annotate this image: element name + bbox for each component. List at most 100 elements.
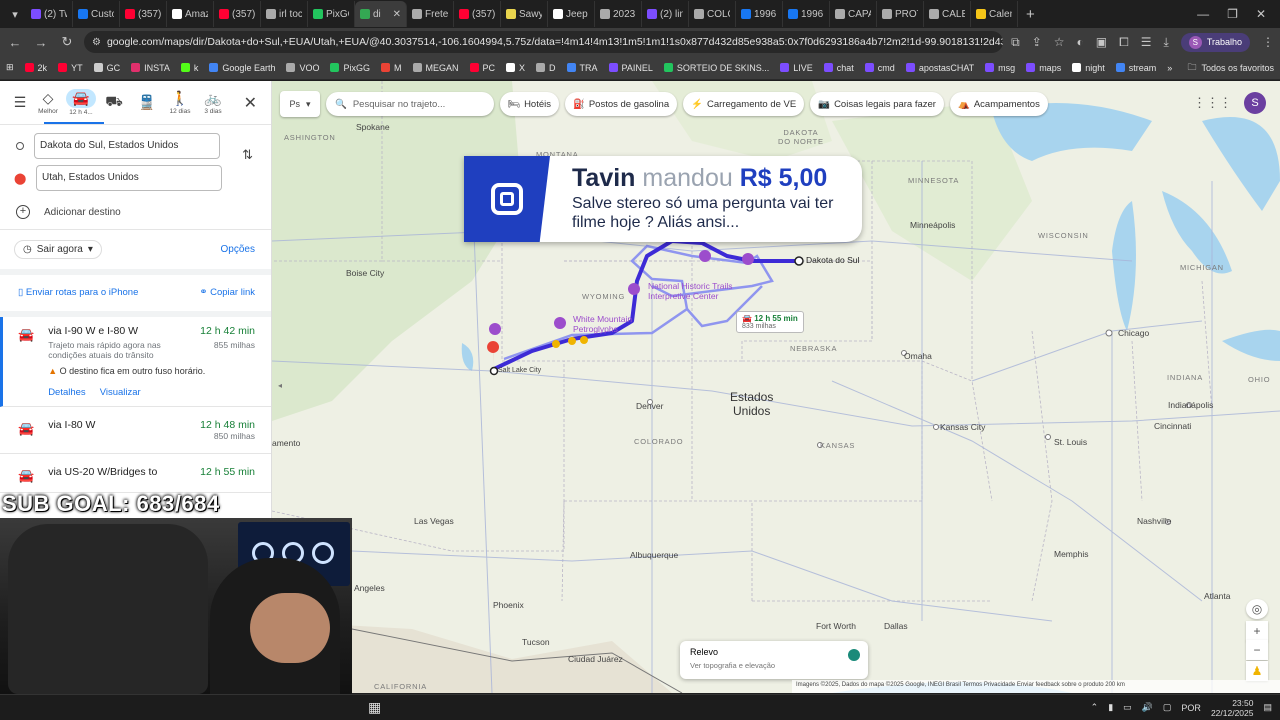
zoom-in-button[interactable]: + <box>1246 621 1268 641</box>
destination-input[interactable]: Utah, Estados Unidos <box>36 165 222 191</box>
browser-tab[interactable]: Sawy <box>501 1 548 27</box>
copy-link-button[interactable]: ⚭ Copiar link <box>200 287 256 298</box>
travel-mode-car[interactable]: 🚘 12 h 4... <box>65 83 97 123</box>
category-chip[interactable]: 📷 Coisas legais para fazer <box>810 92 944 116</box>
bookmark-item[interactable]: LIVE <box>780 63 813 73</box>
bookmark-item[interactable]: INSTA <box>131 63 170 73</box>
minimize-icon[interactable]: — <box>1197 7 1209 21</box>
bookmark-item[interactable]: PAINEL <box>608 63 653 73</box>
details-link[interactable]: Detalhes <box>48 387 86 398</box>
bookmark-item[interactable]: SORTEIO DE SKINS... <box>663 63 769 73</box>
category-chip[interactable]: ⚡ Carregamento de VE <box>683 92 805 116</box>
browser-tab[interactable]: COLO <box>689 1 736 27</box>
back-icon[interactable]: ← <box>6 35 24 50</box>
browser-tab[interactable]: (2) lin <box>642 1 689 27</box>
browser-tab[interactable]: PixGG <box>308 1 355 27</box>
destination-label[interactable]: Dakota do Sul <box>806 255 859 265</box>
bookmark-item[interactable]: 2k <box>24 63 47 73</box>
bookmark-item[interactable]: PC <box>469 63 495 73</box>
browser-tab[interactable]: CAPA <box>830 1 877 27</box>
browser-tab[interactable]: Custo <box>73 1 120 27</box>
route-duration-label[interactable]: 🚘 12 h 55 min 833 milhas <box>736 311 804 333</box>
extension-2-icon[interactable]: ▣ <box>1096 35 1107 49</box>
bookmark-item[interactable]: M <box>381 63 402 73</box>
close-window-icon[interactable]: ✕ <box>1256 7 1266 21</box>
site-info-icon[interactable]: ⚙ <box>92 37 101 48</box>
browser-tab[interactable]: di ✕ <box>355 1 407 27</box>
maximize-icon[interactable]: ❐ <box>1227 7 1238 21</box>
bookmark-item[interactable]: MEGAN <box>412 63 459 73</box>
browser-tab[interactable]: 1996 <box>736 1 783 27</box>
travel-mode-transit[interactable]: 🚆 <box>131 83 163 123</box>
bookmark-item[interactable]: chat <box>823 63 854 73</box>
travel-mode-bicycle[interactable]: 🚲 3 dias <box>197 83 229 123</box>
category-chip[interactable]: ⛽ Postos de gasolina <box>565 92 678 116</box>
swap-icon[interactable]: ⇅ <box>242 147 253 163</box>
travel-mode-walk[interactable]: 🚶 12 dias <box>164 83 196 123</box>
share-icon[interactable]: ⇪ <box>1032 35 1042 49</box>
zoom-out-button[interactable]: − <box>1246 640 1268 660</box>
collapse-panel-icon[interactable]: ◂ <box>278 381 282 390</box>
browser-tab[interactable]: Frete <box>407 1 454 27</box>
bookmark-item[interactable]: X <box>506 63 525 73</box>
extension-icon[interactable]: ◐ <box>1077 35 1084 49</box>
clock[interactable]: 23:50 22/12/2025 <box>1211 698 1254 718</box>
close-directions-icon[interactable]: ✕ <box>244 93 257 113</box>
browser-tab[interactable]: Jeep <box>548 1 595 27</box>
usb-icon[interactable]: ▮ <box>1108 702 1113 713</box>
browser-tab[interactable]: 1996 <box>783 1 830 27</box>
bookmark-item[interactable]: stream <box>1115 63 1156 73</box>
browser-tab[interactable]: (357) <box>120 1 167 27</box>
category-chip[interactable]: ⛺ Acampamentos <box>949 92 1048 116</box>
browser-tab[interactable]: Calen <box>971 1 1018 27</box>
pegman-icon[interactable]: ♟ <box>1246 661 1268 681</box>
monitor-icon[interactable]: ▢ <box>1163 702 1172 713</box>
browser-tab[interactable]: irl toc <box>261 1 308 27</box>
calculator-icon[interactable]: ▦ <box>368 699 381 716</box>
route-option-1[interactable]: 🚘 via I-90 W e I-80 W 12 h 42 min Trajeto… <box>0 317 271 407</box>
install-icon[interactable]: ⧉ <box>1011 35 1020 50</box>
poi-label[interactable]: White Mountain Petroglyphs <box>573 314 632 334</box>
extensions-puzzle-icon[interactable]: ⧠ <box>1119 35 1129 50</box>
depart-dropdown[interactable]: ◷ Sair agora ▾ <box>14 240 102 259</box>
send-to-phone-button[interactable]: ▯ Enviar rotas para o iPhone <box>18 287 138 298</box>
terrain-toggle[interactable] <box>848 649 860 661</box>
bookmark-item[interactable]: k <box>180 63 198 73</box>
origin-input[interactable]: Dakota do Sul, Estados Unidos <box>34 133 220 159</box>
add-destination-button[interactable]: + Adicionar destino <box>0 201 271 230</box>
browser-tab[interactable]: Amaz <box>167 1 214 27</box>
route-option-2[interactable]: 🚘 via I-80 W 12 h 48 min 850 milhas <box>0 407 271 454</box>
bookmark-item[interactable]: VOO <box>286 63 319 73</box>
browser-tab[interactable]: 2023 <box>595 1 642 27</box>
browser-tab[interactable]: CALE <box>924 1 971 27</box>
browser-menu-icon[interactable]: ⋮ <box>1262 35 1274 49</box>
profile-button[interactable]: S Trabalho <box>1180 32 1250 52</box>
terrain-layer-card[interactable]: Relevo Ver topografia e elevação <box>680 641 868 679</box>
category-chip[interactable]: 🛏 Hotéis <box>500 92 559 116</box>
reading-list-icon[interactable]: ☰ <box>1141 35 1152 49</box>
more-bookmarks-icon[interactable]: » <box>1167 63 1172 73</box>
all-bookmarks-folder[interactable]: 🗀 Todos os favoritos <box>1187 60 1274 76</box>
my-location-icon[interactable]: ◎ <box>1246 599 1268 619</box>
downloads-icon[interactable]: ⤓ <box>1164 35 1169 50</box>
bookmark-item[interactable]: cmd <box>864 63 895 73</box>
browser-tab[interactable]: (357) <box>214 1 261 27</box>
poi-label[interactable]: National Historic Trails Interpretive Ce… <box>648 281 733 301</box>
bookmark-item[interactable]: night <box>1072 63 1105 73</box>
route-search-input[interactable]: 🔍 Pesquisar no trajeto... <box>326 92 494 116</box>
bookmark-item[interactable]: Google Earth <box>209 63 275 73</box>
close-tab-icon[interactable]: ✕ <box>393 9 401 20</box>
travel-mode-best[interactable]: ◇ Melhor <box>32 83 64 123</box>
route-option-3[interactable]: 🚘 via US-20 W/Bridges to 12 h 55 min <box>0 454 271 493</box>
bookmark-item[interactable]: D <box>536 63 556 73</box>
layer-selector[interactable]: Ps ▾ <box>280 91 320 117</box>
browser-tab[interactable]: (357) <box>454 1 501 27</box>
account-avatar[interactable]: S <box>1244 92 1266 114</box>
options-button[interactable]: Opções <box>221 244 255 255</box>
forward-icon[interactable]: → <box>32 35 50 50</box>
bookmark-item[interactable]: YT <box>58 63 83 73</box>
travel-mode-motorcycle[interactable]: ⛟ <box>98 83 130 123</box>
reload-icon[interactable]: ↻ <box>58 34 76 50</box>
bookmark-item[interactable]: apostasCHAT <box>905 63 974 73</box>
browser-tab[interactable]: PROT <box>877 1 924 27</box>
